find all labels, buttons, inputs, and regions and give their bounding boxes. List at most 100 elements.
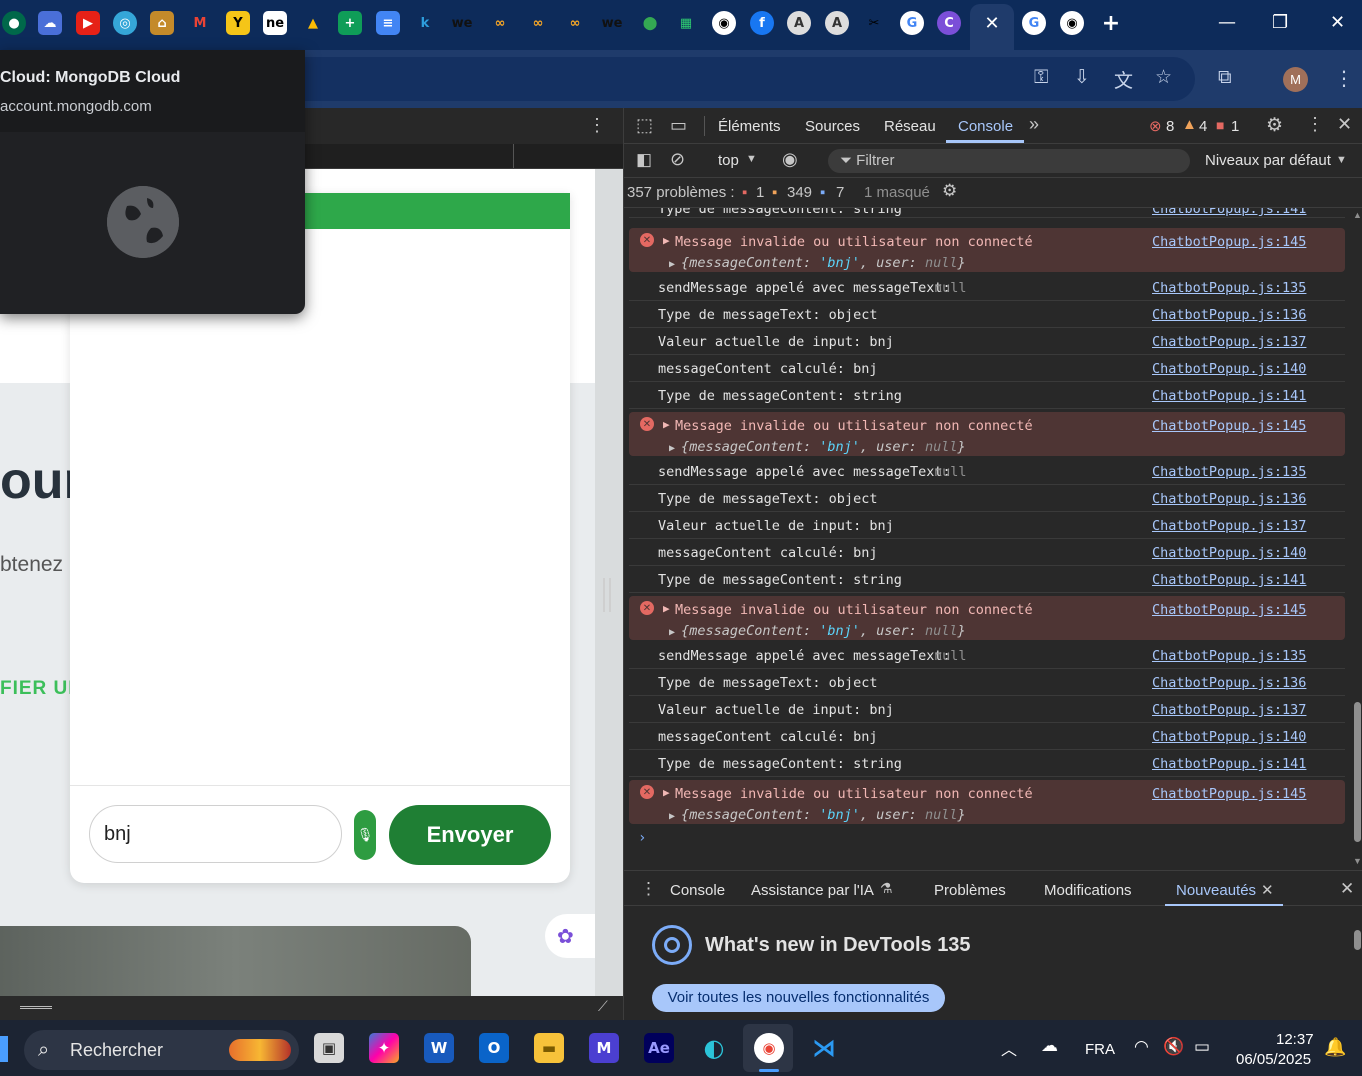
problem-warnings[interactable]: 349 (787, 184, 812, 201)
menu-kebab-icon[interactable]: ⋮ (1334, 66, 1354, 90)
chrome-icon[interactable]: ◉ (754, 1033, 784, 1063)
problem-info[interactable]: 7 (836, 184, 844, 201)
copilot-icon[interactable]: ✦ (369, 1033, 399, 1063)
maps-tab-icon[interactable]: ⬤ (638, 11, 662, 35)
more-tabs-icon[interactable]: » (1029, 114, 1039, 135)
drawer-menu-icon[interactable]: ⋮ (640, 879, 657, 899)
mongodb-tab-icon[interactable]: ● (2, 11, 26, 35)
google-tab-icon[interactable]: G (1022, 11, 1046, 35)
link-tab-icon[interactable]: ✂ (862, 11, 886, 35)
search-tab-icon[interactable]: ◎ (113, 11, 137, 35)
source-link[interactable]: ChatbotPopup.js:136 (1152, 307, 1306, 323)
brain-icon[interactable]: ✿ (545, 914, 595, 958)
drawer-tab-console[interactable]: Console (670, 882, 725, 899)
expand-triangle-icon[interactable]: ▶ (663, 602, 670, 615)
we-tab-icon[interactable]: we (600, 11, 624, 35)
cloud-tab-icon[interactable]: ☁ (38, 11, 62, 35)
problem-error-icon[interactable]: ▪ (742, 184, 747, 201)
see-all-features-button[interactable]: Voir toutes les nouvelles fonctionnalité… (652, 984, 945, 1012)
expand-triangle-icon[interactable]: ▶ (663, 234, 670, 247)
source-link[interactable]: ChatbotPopup.js:135 (1152, 280, 1306, 296)
gmail-tab-icon[interactable]: M (188, 11, 212, 35)
warning-count-icon[interactable]: ▲ (1182, 116, 1197, 133)
device-menu-icon[interactable]: ⋮ (588, 115, 606, 136)
a-tab-icon[interactable]: A (787, 11, 811, 35)
source-link[interactable]: ChatbotPopup.js:141 (1152, 756, 1306, 772)
console-scrollbar[interactable]: ▲ ▼ (1352, 208, 1362, 870)
tab-sources[interactable]: Sources (805, 118, 860, 135)
cloud-sync-icon[interactable]: ☁ (1041, 1036, 1058, 1056)
microphone-icon[interactable]: 🎙 (354, 810, 376, 860)
error-count[interactable]: 8 (1166, 118, 1174, 135)
inspect-element-icon[interactable]: ⬚ (636, 115, 653, 136)
filter-input[interactable]: ⏷ Filtrer (828, 149, 1190, 173)
after-effects-icon[interactable]: Ae (644, 1033, 674, 1063)
word-icon[interactable]: W (424, 1033, 454, 1063)
wifi-icon[interactable]: ◠ (1134, 1037, 1149, 1057)
chevron-down-icon[interactable]: ▼ (746, 153, 757, 165)
object-preview[interactable]: ▶ {messageContent: 'bnj', user: null} (669, 255, 966, 271)
close-tab-icon[interactable]: ✕ (1261, 881, 1274, 899)
infinity-tab-icon[interactable]: ∞ (526, 11, 550, 35)
y-tab-icon[interactable]: Y (226, 11, 250, 35)
expand-triangle-icon[interactable]: ▶ (663, 786, 670, 799)
settings-gear-icon[interactable]: ⚙ (1266, 114, 1283, 137)
clock-time[interactable]: 12:37 (1276, 1031, 1314, 1048)
console-settings-icon[interactable]: ⚙ (942, 181, 957, 201)
extensions-icon[interactable]: ⧉ (1218, 66, 1232, 88)
tab-network[interactable]: Réseau (884, 118, 936, 135)
source-link[interactable]: ChatbotPopup.js:141 (1152, 388, 1306, 404)
drawer-tab-changes[interactable]: Modifications (1044, 882, 1132, 899)
source-link[interactable]: ChatbotPopup.js:140 (1152, 545, 1306, 561)
grid-tab-icon[interactable]: ▦ (674, 11, 698, 35)
we-tab-icon[interactable]: we (450, 11, 474, 35)
source-link[interactable]: ChatbotPopup.js:137 (1152, 334, 1306, 350)
panel-splitter[interactable] (603, 578, 611, 612)
tab-elements[interactable]: Éléments (718, 118, 781, 135)
source-link[interactable]: ChatbotPopup.js:140 (1152, 729, 1306, 745)
source-link[interactable]: ChatbotPopup.js:137 (1152, 518, 1306, 534)
infinity-tab-icon[interactable]: ∞ (563, 11, 587, 35)
live-expression-eye-icon[interactable]: ◉ (782, 149, 798, 170)
clear-console-icon[interactable]: ⊘ (670, 149, 685, 170)
close-window-icon[interactable]: ✕ (1330, 12, 1345, 33)
source-link[interactable]: ChatbotPopup.js:145 (1152, 786, 1306, 802)
source-link[interactable]: ChatbotPopup.js:145 (1152, 234, 1306, 250)
k-tab-icon[interactable]: k (413, 11, 437, 35)
issues-count-icon[interactable]: ■ (1216, 117, 1224, 133)
send-button[interactable]: Envoyer (389, 805, 551, 865)
a-tab-icon[interactable]: A (825, 11, 849, 35)
university-tab-icon[interactable]: ⌂ (150, 11, 174, 35)
language-indicator[interactable]: FRA (1085, 1041, 1115, 1058)
edge-icon[interactable]: ◐ (699, 1033, 729, 1063)
minimize-icon[interactable]: — (1218, 12, 1236, 33)
context-selector[interactable]: top (718, 152, 739, 169)
source-link[interactable]: ChatbotPopup.js:140 (1152, 361, 1306, 377)
expand-triangle-icon[interactable]: ▶ (663, 418, 670, 431)
tab-console[interactable]: Console (958, 118, 1013, 135)
avatar[interactable]: M (1283, 67, 1308, 92)
volume-muted-icon[interactable]: 🔇 (1163, 1037, 1184, 1057)
vscode-icon[interactable]: ⋊ (809, 1033, 839, 1063)
new-tab-icon[interactable]: + (1099, 11, 1123, 36)
clock-date[interactable]: 06/05/2025 (1236, 1051, 1311, 1068)
app-m-icon[interactable]: M (589, 1033, 619, 1063)
error-count-icon[interactable]: ⊗ (1149, 117, 1162, 135)
task-view-icon[interactable]: ▣ (314, 1033, 344, 1063)
devtools-menu-icon[interactable]: ⋮ (1306, 114, 1324, 135)
infinity-tab-icon[interactable]: ∞ (488, 11, 512, 35)
drawer-tab-problems[interactable]: Problèmes (934, 882, 1006, 899)
warning-count[interactable]: 4 (1199, 118, 1207, 135)
problem-errors[interactable]: 1 (756, 184, 764, 201)
outlook-icon[interactable]: O (479, 1033, 509, 1063)
github-tab-icon[interactable]: ◉ (1060, 11, 1084, 35)
source-link[interactable]: ChatbotPopup.js:141 (1152, 208, 1306, 217)
docs-tab-icon[interactable]: ≡ (376, 11, 400, 35)
source-link[interactable]: ChatbotPopup.js:141 (1152, 572, 1306, 588)
bookmark-star-icon[interactable]: ☆ (1155, 66, 1172, 88)
object-preview[interactable]: ▶ {messageContent: 'bnj', user: null} (669, 439, 966, 455)
key-icon[interactable]: ⚿ (1034, 66, 1048, 88)
issues-count[interactable]: 1 (1231, 118, 1239, 135)
close-devtools-icon[interactable]: ✕ (1337, 114, 1352, 135)
object-preview[interactable]: ▶ {messageContent: 'bnj', user: null} (669, 623, 966, 639)
